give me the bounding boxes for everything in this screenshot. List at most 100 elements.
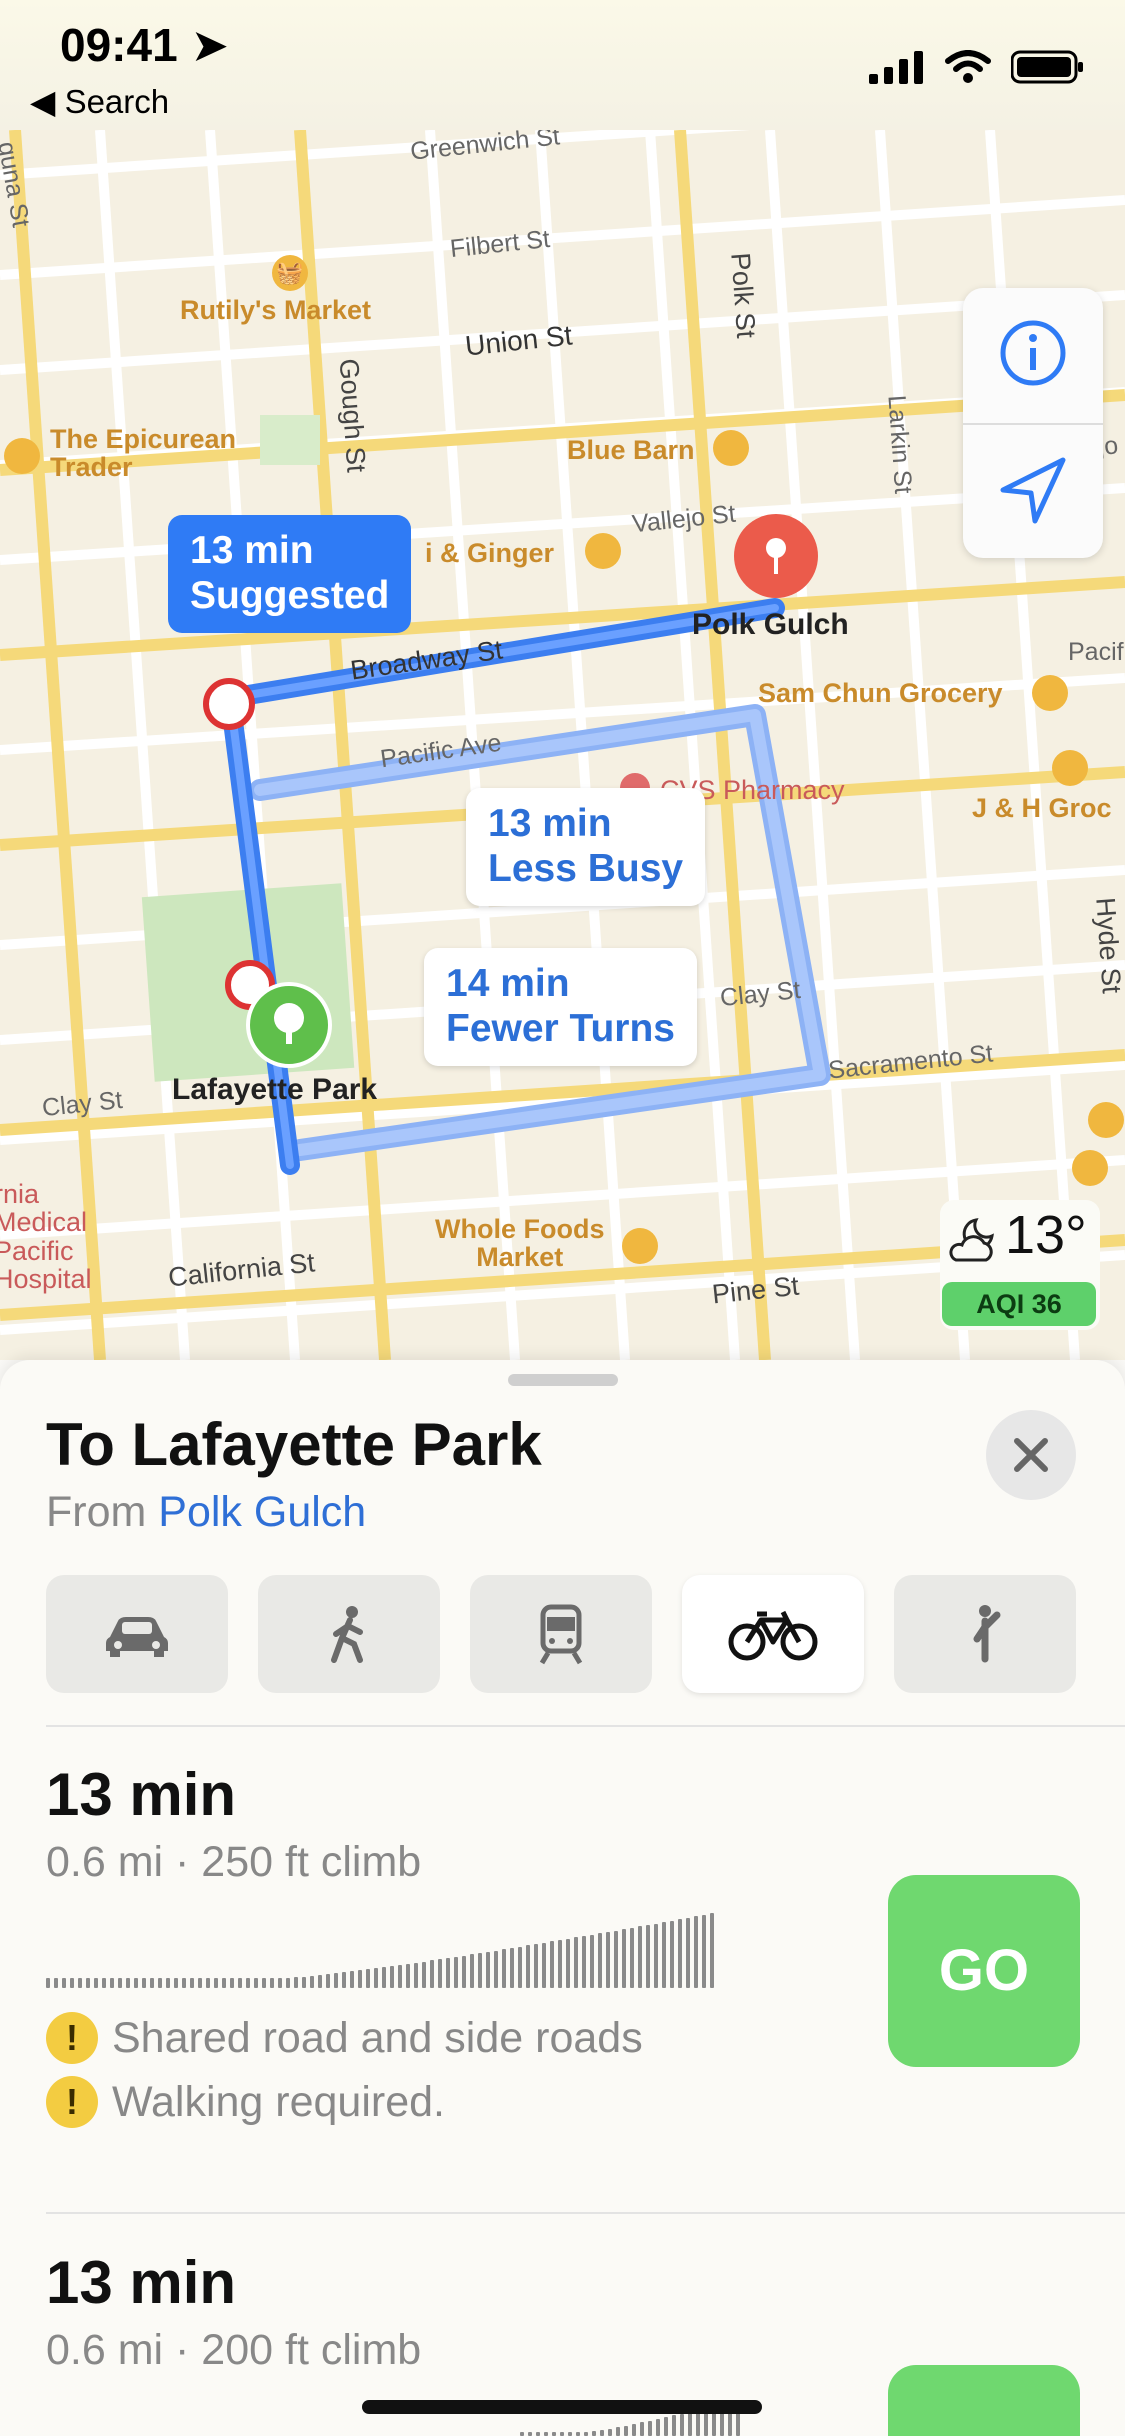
maps-app: 09:41 ➤ ◀ Search Greenwich St Filbert St… (0, 0, 1125, 2436)
elevation-bar (678, 1919, 682, 1988)
poi-label[interactable]: Sam Chun Grocery (758, 678, 1003, 709)
elevation-bar (358, 1970, 362, 1988)
elevation-bar (334, 1973, 338, 1988)
elevation-bar (672, 2415, 676, 2436)
elevation-bar (126, 1978, 130, 1988)
poi-label[interactable]: Rutily's Market (180, 295, 371, 326)
status-bar: 09:41 ➤ ◀ Search (0, 0, 1125, 130)
street-label: Hyde St (1090, 896, 1125, 995)
status-icons (869, 50, 1085, 84)
route-time: 13 min (46, 2249, 237, 2316)
origin-pin-icon[interactable] (734, 514, 818, 598)
elevation-bar (94, 1978, 98, 1988)
home-indicator[interactable] (362, 2400, 762, 2414)
info-button[interactable] (963, 288, 1103, 423)
from-place-link[interactable]: Polk Gulch (158, 1488, 366, 1536)
go-button[interactable]: GO (888, 1875, 1080, 2067)
mode-drive[interactable] (46, 1575, 228, 1693)
elevation-bar (584, 2432, 588, 2436)
elevation-bar (70, 1978, 74, 1988)
elevation-bar (632, 2423, 636, 2436)
elevation-bar (62, 1978, 66, 1988)
close-icon (1014, 1438, 1048, 1472)
elevation-bar (78, 1978, 82, 1988)
mode-walk[interactable] (258, 1575, 440, 1693)
weather-widget[interactable]: 13° AQI 36 (940, 1200, 1100, 1330)
mode-cycle[interactable] (682, 1575, 864, 1693)
elevation-bar (614, 1930, 618, 1988)
directions-sheet: To Lafayette Park From Polk Gulch 13 min… (0, 1360, 1125, 2436)
elevation-bar (278, 1978, 282, 1988)
route-detail: 0.6 mi · 200 ft climb (46, 2326, 422, 2374)
close-button[interactable] (986, 1410, 1076, 1500)
elevation-bar (542, 1942, 546, 1988)
elevation-bar (230, 1978, 234, 1988)
route-callout-name: Suggested (190, 573, 390, 617)
transit-icon (539, 1604, 583, 1665)
locate-button[interactable] (963, 425, 1103, 558)
elevation-bar (624, 2425, 628, 2436)
park-pin-icon[interactable] (246, 982, 332, 1068)
mode-rideshare[interactable] (894, 1575, 1076, 1693)
route-warning: ! Walking required. (46, 2076, 445, 2128)
poi-label[interactable]: The Epicurean Trader (50, 425, 236, 482)
elevation-bar (302, 1976, 306, 1988)
shopping-basket-icon[interactable] (4, 438, 40, 474)
poi-label[interactable]: Whole Foods Market (435, 1215, 604, 1272)
elevation-bar (414, 1962, 418, 1988)
shopping-basket-icon[interactable] (1032, 675, 1068, 711)
elevation-bar (662, 1922, 666, 1988)
elevation-bar (438, 1959, 442, 1988)
aqi-badge: AQI 36 (942, 1282, 1096, 1326)
elevation-bar (638, 1926, 642, 1988)
restaurant-icon[interactable] (585, 533, 621, 569)
poi-label[interactable]: i & Ginger (425, 538, 554, 569)
wifi-icon (945, 50, 991, 83)
elevation-bar (528, 2432, 532, 2436)
elevation-bar (382, 1967, 386, 1988)
sheet-grabber[interactable] (508, 1374, 618, 1386)
mode-transit[interactable] (470, 1575, 652, 1693)
elevation-bar (174, 1978, 178, 1988)
back-to-search[interactable]: ◀ Search (30, 82, 169, 121)
elevation-bar (158, 1978, 162, 1988)
elevation-bar (262, 1978, 266, 1988)
elevation-bar (552, 2432, 556, 2436)
shopping-basket-icon[interactable] (1072, 1150, 1108, 1186)
route-callout-fewer-turns[interactable]: 14 min Fewer Turns (424, 948, 697, 1066)
elevation-bar (648, 2420, 652, 2436)
elevation-bar (254, 1978, 258, 1988)
poi-label[interactable]: Blue Barn (567, 435, 695, 466)
from-label: From Polk Gulch (46, 1488, 367, 1536)
warning-icon: ! (46, 2012, 98, 2064)
elevation-bar (246, 1978, 250, 1988)
car-icon (106, 1617, 168, 1657)
elevation-bar (270, 1978, 274, 1988)
elevation-profile (46, 1908, 714, 1988)
destination-pin-label: Lafayette Park (172, 1073, 378, 1106)
route-callout-suggested[interactable]: 13 min Suggested (168, 515, 412, 633)
walk-icon (331, 1606, 363, 1663)
elevation-bar (222, 1978, 226, 1988)
shopping-basket-icon[interactable] (1052, 750, 1088, 786)
shopping-basket-icon[interactable] (622, 1228, 658, 1264)
location-arrow-icon (1000, 457, 1066, 524)
elevation-bar (398, 1964, 402, 1988)
go-button[interactable]: GO (888, 2365, 1080, 2436)
shopping-basket-icon[interactable]: 🧺 (272, 255, 308, 291)
elevation-bar (670, 1920, 674, 1988)
poi-label[interactable]: J & H Groc (972, 793, 1112, 824)
elevation-bar (688, 2411, 692, 2436)
route-callout-less-busy[interactable]: 13 min Less Busy (466, 788, 706, 906)
elevation-bar (502, 1949, 506, 1988)
route-detail: 0.6 mi · 250 ft climb (46, 1838, 422, 1886)
elevation-bar (446, 1957, 450, 1988)
map-view[interactable]: Greenwich St Filbert St Union St Gough S… (0, 130, 1125, 1360)
shopping-bag-icon[interactable] (1088, 1102, 1124, 1138)
restaurant-icon[interactable] (713, 430, 749, 466)
elevation-bar (190, 1978, 194, 1988)
elevation-bar (150, 1978, 154, 1988)
elevation-bar (198, 1978, 202, 1988)
poi-label[interactable]: rnia Medical Pacific Hospital (0, 1180, 92, 1293)
elevation-bar (342, 1972, 346, 1988)
